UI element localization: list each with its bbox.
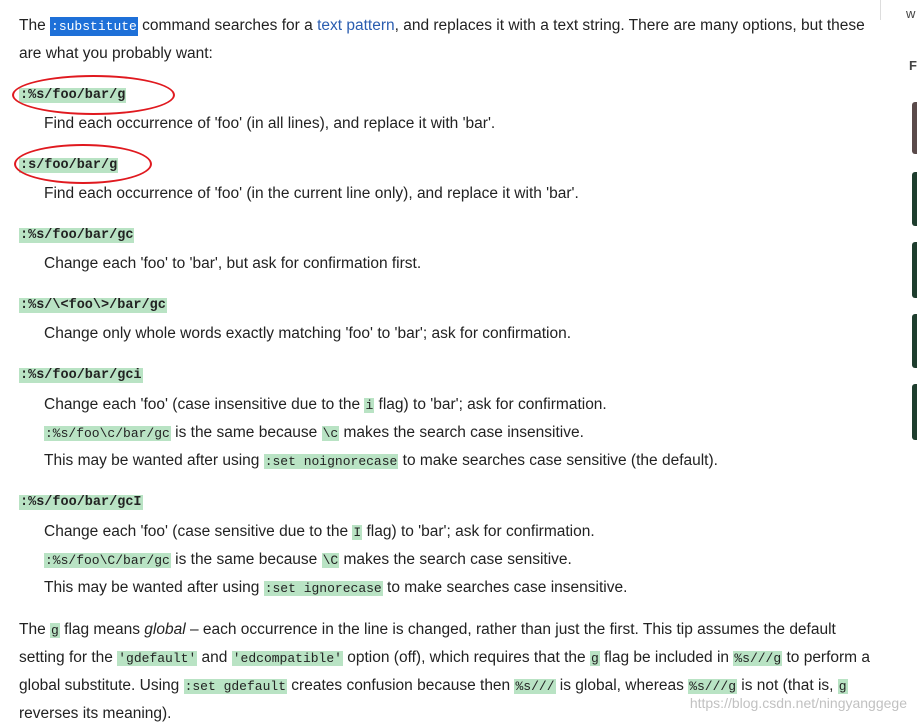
description-text: is the same because [170,551,322,568]
command-description: Change each 'foo' (case insensitive due … [44,395,607,416]
command-description: Change each 'foo' (case sensitive due to… [44,522,595,543]
outro-text: flag means [59,621,145,638]
command-description: This may be wanted after using :set noig… [44,451,718,472]
sidebar-thumbnail[interactable] [912,172,917,226]
command-description: This may be wanted after using :set igno… [44,578,627,599]
text-pattern-link[interactable]: text pattern [317,17,395,34]
inline-code: \c [321,426,340,441]
outro-text: is not (that is, [737,677,838,694]
red-annotation-oval [14,144,152,184]
command-term: :%s/\<foo\>/bar/gc [19,298,167,313]
intro-paragraph: The :substitute command searches for a t… [19,12,879,67]
intro-text: command searches for a [137,17,318,34]
sidebar-thumbnail[interactable] [912,102,917,154]
description-text: This may be wanted after using [44,579,264,596]
flag-code: i [364,398,375,413]
command-description: Find each occurrence of 'foo' (in the cu… [44,185,579,202]
emphasis-global: global [144,621,186,638]
inline-code: 'edcompatible' [231,651,343,666]
inline-code: g [837,679,848,694]
description-text: Change each 'foo' (case sensitive due to… [44,523,353,540]
inline-code: %s/// [514,679,556,694]
inline-code: g [50,623,60,638]
inline-code: \C [321,553,340,568]
inline-code: %s///g [733,651,783,666]
sidebar-thumbnail[interactable] [912,314,917,368]
inline-code: %s///g [688,679,737,694]
command-term: :%s/foo/bar/gc [19,228,135,243]
description-text: to make searches case insensitive. [382,579,628,596]
sidebar-thumbnail[interactable] [912,242,917,298]
outro-text: is global, whereas [555,677,689,694]
outro-text: option (off), which requires that the [342,649,590,666]
sidebar-text-w: w [906,6,916,21]
command-description: Change only whole words exactly matching… [44,325,572,342]
intro-text: The [19,17,46,34]
inline-code: 'gdefault' [117,651,198,666]
column-divider [880,0,881,20]
description-text: to make searches case sensitive (the def… [398,452,718,469]
command-description: :%s/foo\C/bar/gc is the same because \C … [44,550,572,571]
description-text: makes the search case insensitive. [339,424,584,441]
command-description: Find each occurrence of 'foo' (in all li… [44,115,496,132]
inline-code: :set ignorecase [263,581,383,596]
command-description: :%s/foo\c/bar/gc is the same because \c … [44,423,584,444]
red-annotation-oval [12,75,175,115]
description-text: makes the search case sensitive. [339,551,572,568]
outro-text: reverses its meaning). [19,705,172,722]
sidebar-heading-f: F [909,58,917,73]
flag-code: I [352,525,363,540]
inline-code: g [589,651,600,666]
outro-text: and [197,649,232,666]
inline-code: :%s/foo\C/bar/gc [44,553,171,568]
inline-code: :%s/foo\c/bar/gc [44,426,171,441]
watermark: https://blog.csdn.net/ningyanggege [689,695,907,711]
command-term: :%s/foo/bar/gcI [19,495,143,510]
description-text: is the same because [170,424,322,441]
description-text: flag) to 'bar'; ask for confirmation. [374,396,607,413]
outro-text: creates confusion because then [287,677,515,694]
outro-text: The [19,621,51,638]
description-text: flag) to 'bar'; ask for confirmation. [362,523,595,540]
inline-code: :set noignorecase [263,454,399,469]
command-term: :%s/foo/bar/gci [19,368,143,383]
substitute-command-highlight: :substitute [50,17,138,36]
description-text: This may be wanted after using [44,452,264,469]
sidebar-thumbnail[interactable] [912,384,917,440]
outro-text: flag be included in [599,649,734,666]
description-text: Change each 'foo' (case insensitive due … [44,396,365,413]
inline-code: :set gdefault [183,679,287,694]
command-description: Change each 'foo' to 'bar', but ask for … [44,255,422,272]
